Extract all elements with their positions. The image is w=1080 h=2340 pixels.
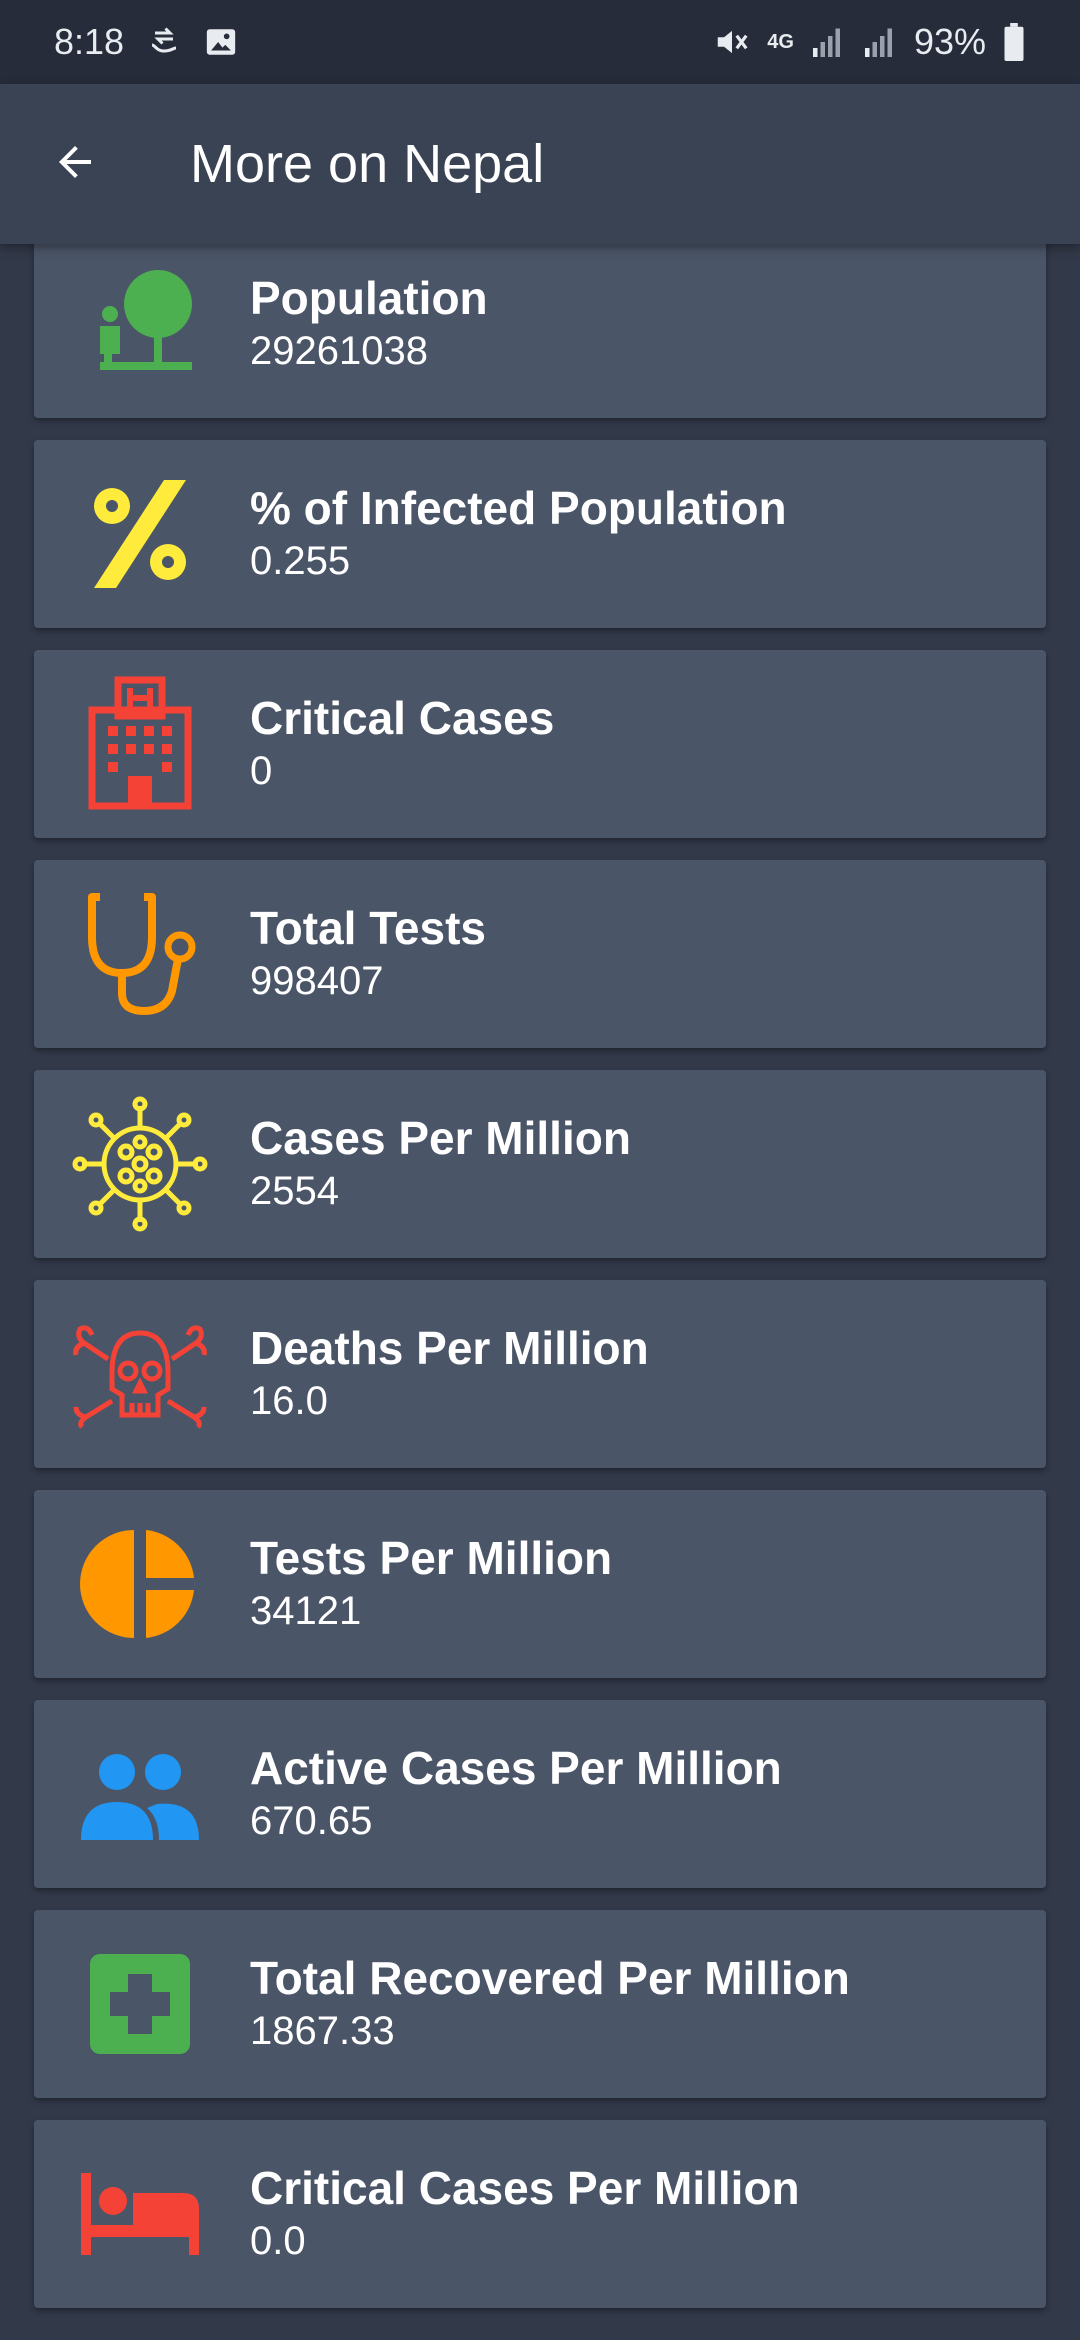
medical-cross-icon [72,1936,208,2072]
signal-icon-2 [862,24,898,60]
stat-card-recovered-per-million[interactable]: Total Recovered Per Million 1867.33 [34,1910,1046,2098]
stat-value: 670.65 [250,1799,373,1843]
stat-label: Total Recovered Per Million [250,1952,850,2004]
stat-label: Population [250,272,488,324]
status-time: 8:18 [54,21,125,62]
stat-card-deaths-per-million[interactable]: Deaths Per Million 16.0 [34,1280,1046,1468]
tree-person-icon [72,256,208,392]
stat-label: Cases Per Million [250,1112,631,1164]
app-bar: More on Nepal [0,84,1080,244]
stat-card-critical-per-million[interactable]: Critical Cases Per Million 0.0 [34,2120,1046,2308]
stat-label: Total Tests [250,902,486,954]
stat-card-critical-cases[interactable]: Critical Cases 0 [34,650,1046,838]
stat-value: 34121 [250,1589,362,1633]
stethoscope-icon [72,886,208,1022]
hospital-bed-icon [72,2146,208,2282]
people-icon [72,1726,208,1862]
battery-icon [1002,23,1026,61]
stat-label: Tests Per Million [250,1532,613,1584]
stat-card-total-tests[interactable]: Total Tests 998407 [34,860,1046,1048]
battery-percent: 93% [913,21,986,62]
transfer-notification-icon [146,24,182,60]
stat-value: 0.255 [250,539,351,583]
percent-icon [72,466,208,602]
stat-card-infected-percent[interactable]: % of Infected Population 0.255 [34,440,1046,628]
back-button[interactable] [0,84,150,244]
stat-value: 2554 [250,1169,339,1213]
stat-label: Critical Cases [250,692,555,744]
image-notification-icon [204,25,238,59]
signal-icon-1 [810,24,846,60]
stat-value: 0.0 [250,2219,306,2263]
stat-value: 998407 [250,959,384,1003]
stat-card-tests-per-million[interactable]: Tests Per Million 34121 [34,1490,1046,1678]
arrow-back-icon [51,138,99,191]
stat-card-population[interactable]: Population 29261038 [34,244,1046,418]
skull-crossbones-icon [72,1306,208,1442]
stat-label: Deaths Per Million [250,1322,649,1374]
stat-value: 29261038 [250,329,428,373]
stats-list[interactable]: Population 29261038 % of Infected Popula… [0,244,1080,2340]
stat-value: 0 [250,749,273,793]
page-title: More on Nepal [190,134,545,194]
stat-card-cases-per-million[interactable]: Cases Per Million 2554 [34,1070,1046,1258]
stat-value: 16.0 [250,1379,328,1423]
hospital-icon [72,676,208,812]
mute-icon [713,23,751,61]
stat-card-active-per-million[interactable]: Active Cases Per Million 670.65 [34,1700,1046,1888]
virus-icon [72,1096,208,1232]
stat-label: Critical Cases Per Million [250,2162,800,2214]
stat-label: % of Infected Population [250,482,787,534]
stat-value: 1867.33 [250,2009,395,2053]
stat-label: Active Cases Per Million [250,1742,782,1794]
pie-chart-icon [72,1516,208,1652]
status-bar: 8:18 4G 93% [0,0,1080,84]
network-type: 4G [767,30,794,53]
